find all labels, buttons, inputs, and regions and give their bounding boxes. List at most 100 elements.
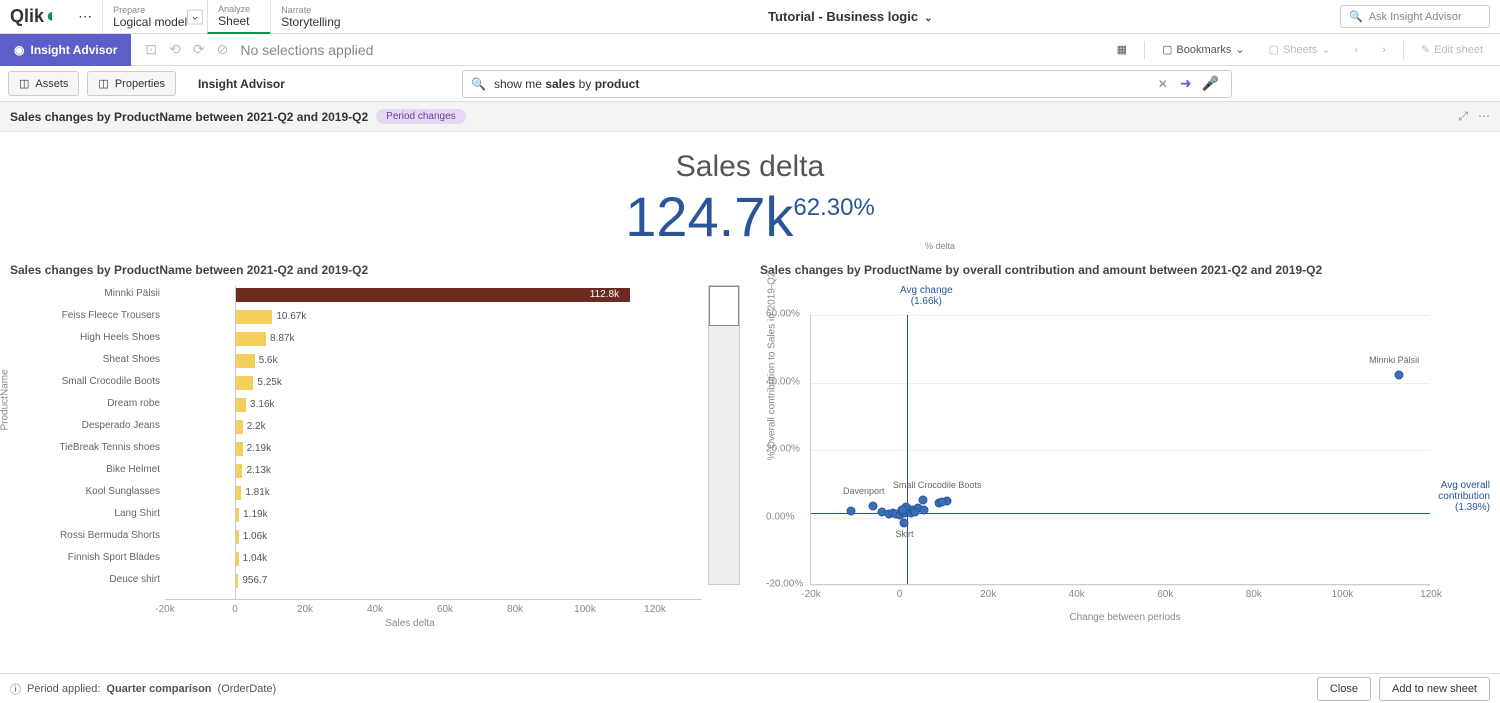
ref-vertical-label: Avg change(1.66k) [900, 285, 953, 307]
kpi-title: Sales delta [0, 150, 1500, 184]
selection-bar: ◉Insight Advisor ⊡ ⟲ ⟳ ⊘ No selections a… [0, 34, 1500, 66]
scatter-ylabel: % Overall contribution to Sales in 2019-… [767, 272, 778, 461]
smart-search-icon[interactable]: ⊡ [145, 41, 157, 58]
bar-chart[interactable]: ProductName Minnki Pälsii112.8kFeiss Fle… [10, 285, 740, 625]
more-button[interactable]: ⋯ [68, 8, 102, 25]
bar-xlabel: Sales delta [385, 618, 434, 629]
add-to-sheet-button[interactable]: Add to new sheet [1379, 677, 1490, 701]
scatter-point[interactable] [937, 498, 946, 507]
chevron-down-icon[interactable]: ⌄ [187, 9, 203, 24]
scatter-point[interactable] [918, 495, 927, 504]
bar-segment[interactable] [235, 442, 243, 456]
scatter-point[interactable] [869, 502, 878, 511]
scatter-ytick: 40.00% [766, 376, 800, 387]
scatter-chart[interactable]: % Overall contribution to Sales in 2019-… [760, 285, 1490, 625]
grid-icon[interactable]: ▦ [1110, 38, 1134, 61]
mic-icon[interactable]: 🎤 [1198, 75, 1223, 92]
edit-sheet-button: ✎ Edit sheet [1414, 38, 1490, 61]
bar-chart-container: Sales changes by ProductName between 202… [10, 263, 740, 625]
bar-category-label: Minnki Pälsii [10, 288, 160, 299]
bar-value-label: 1.19k [243, 509, 267, 520]
bar-value-label: 1.81k [245, 487, 269, 498]
divider [1144, 41, 1145, 59]
ask-insight-search[interactable]: 🔍Ask Insight Advisor [1340, 5, 1490, 28]
sheets-button: ▢ Sheets ⌄ [1262, 38, 1338, 61]
collapse-icon[interactable]: ⤢ [1458, 109, 1468, 124]
bar-value-label: 5.6k [259, 355, 278, 366]
kpi: Sales delta 124.7k62.30% % delta [0, 132, 1500, 257]
search-icon: 🔍 [471, 77, 486, 91]
bookmarks-button[interactable]: ▢ Bookmarks ⌄ [1155, 38, 1252, 61]
bar-category-label: Finnish Sport Blades [10, 552, 160, 563]
scatter-point[interactable] [899, 519, 908, 528]
scatter-point[interactable] [898, 505, 907, 514]
bar-value-label: 2.19k [247, 443, 271, 454]
minimap-viewport[interactable] [709, 286, 739, 326]
clear-icon[interactable]: ✕ [1152, 77, 1174, 91]
bar-xtick: 100k [574, 604, 596, 615]
analysis-title: Sales changes by ProductName between 202… [10, 110, 368, 124]
scatter-xtick: 100k [1332, 589, 1354, 600]
kpi-sublabel: % delta [380, 241, 1500, 251]
period-applied-info: ⓘ Period applied: Quarter comparison (Or… [10, 681, 276, 697]
scatter-point[interactable] [846, 507, 855, 516]
period-changes-chip[interactable]: Period changes [376, 109, 466, 124]
scatter-xtick: 40k [1069, 589, 1085, 600]
bar-segment[interactable] [235, 464, 242, 478]
bar-xtick: 20k [297, 604, 313, 615]
bar-category-label: Kool Sunglasses [10, 486, 160, 497]
bar-value-label: 3.16k [250, 399, 274, 410]
bar-segment[interactable] [235, 420, 243, 434]
bar-category-label: Rossi Bermuda Shorts [10, 530, 160, 541]
bar-xtick: 80k [507, 604, 523, 615]
assets-button[interactable]: ◫Assets [8, 71, 79, 96]
bar-ylabel: ProductName [0, 369, 11, 430]
bar-segment[interactable] [235, 310, 272, 324]
bar-category-label: Lang Shirt [10, 508, 160, 519]
divider [1403, 41, 1404, 59]
scatter-point[interactable] [920, 505, 929, 514]
scatter-ytick: 0.00% [766, 511, 794, 522]
bar-value-label: 1.06k [243, 531, 267, 542]
no-selections-label: No selections applied [240, 42, 373, 58]
bar-category-label: Desperado Jeans [10, 420, 160, 431]
insight-advisor-button[interactable]: ◉Insight Advisor [0, 34, 131, 66]
nav-prepare[interactable]: Prepare Logical model ⌄ [102, 0, 207, 34]
nav-narrate[interactable]: Narrate Storytelling [270, 0, 360, 34]
bar-segment[interactable] [235, 288, 630, 302]
bar-category-label: Sheat Shoes [10, 354, 160, 365]
bar-segment[interactable] [235, 398, 246, 412]
search-query: show me sales by product [494, 77, 639, 91]
bar-xtick: 40k [367, 604, 383, 615]
bar-minimap[interactable] [708, 285, 740, 585]
logo[interactable]: Qlik◐ [0, 5, 68, 28]
app-title[interactable]: Tutorial - Business logic⌄ [361, 9, 1340, 24]
bar-category-label: Small Crocodile Boots [10, 376, 160, 387]
kpi-value: 124.7k [625, 184, 793, 249]
bar-value-label: 956.7 [242, 575, 267, 586]
ref-line-vertical [907, 315, 908, 584]
properties-button[interactable]: ◫Properties [87, 71, 176, 96]
scatter-ytick: 20.00% [766, 444, 800, 455]
close-button[interactable]: Close [1317, 677, 1371, 701]
scatter-point[interactable] [911, 508, 920, 517]
top-bar: Qlik◐ ⋯ Prepare Logical model ⌄ Analyze … [0, 0, 1500, 34]
kpi-percent: 62.30% [793, 194, 874, 222]
bar-category-label: Feiss Fleece Trousers [10, 310, 160, 321]
selection-tools: ⊡ ⟲ ⟳ ⊘ No selections applied [131, 41, 387, 58]
insight-search-input[interactable]: 🔍 show me sales by product ✕ ➜ 🎤 [462, 70, 1232, 98]
bar-segment[interactable] [235, 332, 266, 346]
bar-segment[interactable] [235, 354, 255, 368]
eye-icon: ◉ [14, 43, 24, 57]
scatter-xlabel: Change between periods [1069, 612, 1180, 623]
bar-segment[interactable] [235, 376, 253, 390]
bar-value-label: 1.04k [243, 553, 267, 564]
scatter-ytick: -20.00% [766, 579, 803, 590]
nav-analyze[interactable]: Analyze Sheet [207, 0, 270, 34]
more-icon[interactable]: ⋯ [1478, 109, 1490, 124]
scatter-chart-container: Sales changes by ProductName by overall … [760, 263, 1490, 625]
scatter-point[interactable] [1395, 370, 1404, 379]
bar-value-label: 2.13k [246, 465, 270, 476]
submit-icon[interactable]: ➜ [1174, 75, 1198, 92]
scatter-point-label: Minnki Pälsii [1369, 355, 1419, 365]
